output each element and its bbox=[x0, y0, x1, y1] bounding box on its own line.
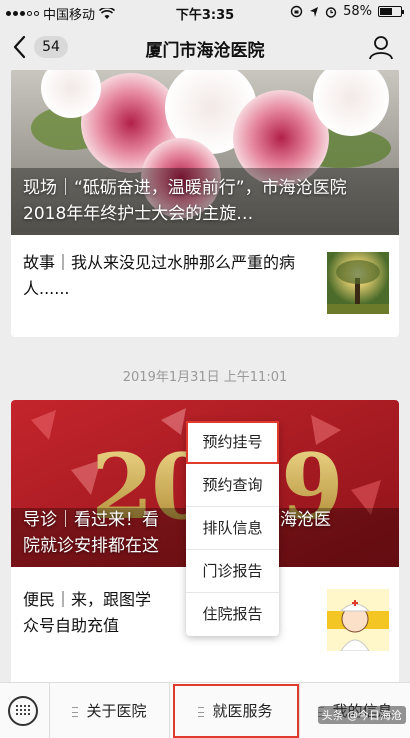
menu-label: 关于医院 bbox=[86, 702, 147, 720]
sub-title-a: 便民｜来，跟图学 bbox=[23, 590, 152, 609]
headline-line2: 院就诊安排都在这 bbox=[23, 536, 159, 556]
status-bar: 中国移动 下午3:35 58% bbox=[0, 0, 410, 24]
service-submenu: 预约挂号 预约查询 排队信息 门诊报告 住院报告 bbox=[186, 421, 279, 636]
watermark: 头条 @今日海沧 bbox=[317, 706, 406, 724]
submenu-item-appointment[interactable]: 预约挂号 bbox=[186, 421, 279, 464]
menu-label: 就医服务 bbox=[212, 702, 273, 720]
submenu-item-outpatient-report[interactable]: 门诊报告 bbox=[186, 550, 279, 593]
sub-article-thumbnail bbox=[327, 252, 389, 314]
article-headline: 现场｜“砥砺奋进，温暖前行”，市海沧医院2018年年终护士大会的主旋… bbox=[23, 178, 347, 224]
submenu-item-queue-info[interactable]: 排队信息 bbox=[186, 507, 279, 550]
article-hero[interactable]: 现场｜“砥砺奋进，温暖前行”，市海沧医院2018年年终护士大会的主旋… bbox=[11, 70, 399, 235]
sub-article-title: 故事｜我从来没见过水肿那么严重的病人...... bbox=[23, 253, 296, 298]
menu-lines-icon bbox=[72, 706, 79, 717]
nurse-cartoon-image bbox=[327, 589, 389, 651]
message-timestamp: 2019年1月31日 上午11:01 bbox=[122, 370, 288, 385]
menu-medical-services[interactable]: 就医服务 bbox=[172, 683, 300, 738]
status-right: 58% bbox=[290, 4, 404, 19]
sub-article-row[interactable]: 故事｜我从来没见过水肿那么严重的病人...... bbox=[11, 235, 399, 337]
keyboard-toggle-button[interactable] bbox=[0, 683, 50, 738]
nav-bar: 54 厦门市海沧医院 bbox=[0, 24, 410, 70]
tree-sunlight-image bbox=[327, 252, 389, 314]
headline-left: 导诊｜看过来！看 bbox=[23, 510, 159, 530]
battery-icon bbox=[378, 6, 404, 17]
sub-article-thumbnail bbox=[327, 589, 389, 651]
menu-lines-icon bbox=[198, 706, 205, 717]
alarm-icon bbox=[325, 6, 337, 18]
profile-icon[interactable] bbox=[368, 34, 394, 60]
sub-title-b: 众号自助充值 bbox=[23, 616, 120, 635]
submenu-item-appointment-query[interactable]: 预约查询 bbox=[186, 464, 279, 507]
keyboard-keys bbox=[15, 704, 31, 716]
battery-percent: 58% bbox=[343, 4, 372, 19]
menu-about-hospital[interactable]: 关于医院 bbox=[50, 683, 170, 738]
lock-rotation-icon bbox=[290, 5, 303, 18]
location-icon bbox=[310, 6, 319, 17]
submenu-item-inpatient-report[interactable]: 住院报告 bbox=[186, 593, 279, 636]
article-card: 现场｜“砥砺奋进，温暖前行”，市海沧医院2018年年终护士大会的主旋… 故事｜我… bbox=[11, 70, 399, 337]
page-title: 厦门市海沧医院 bbox=[145, 41, 265, 61]
